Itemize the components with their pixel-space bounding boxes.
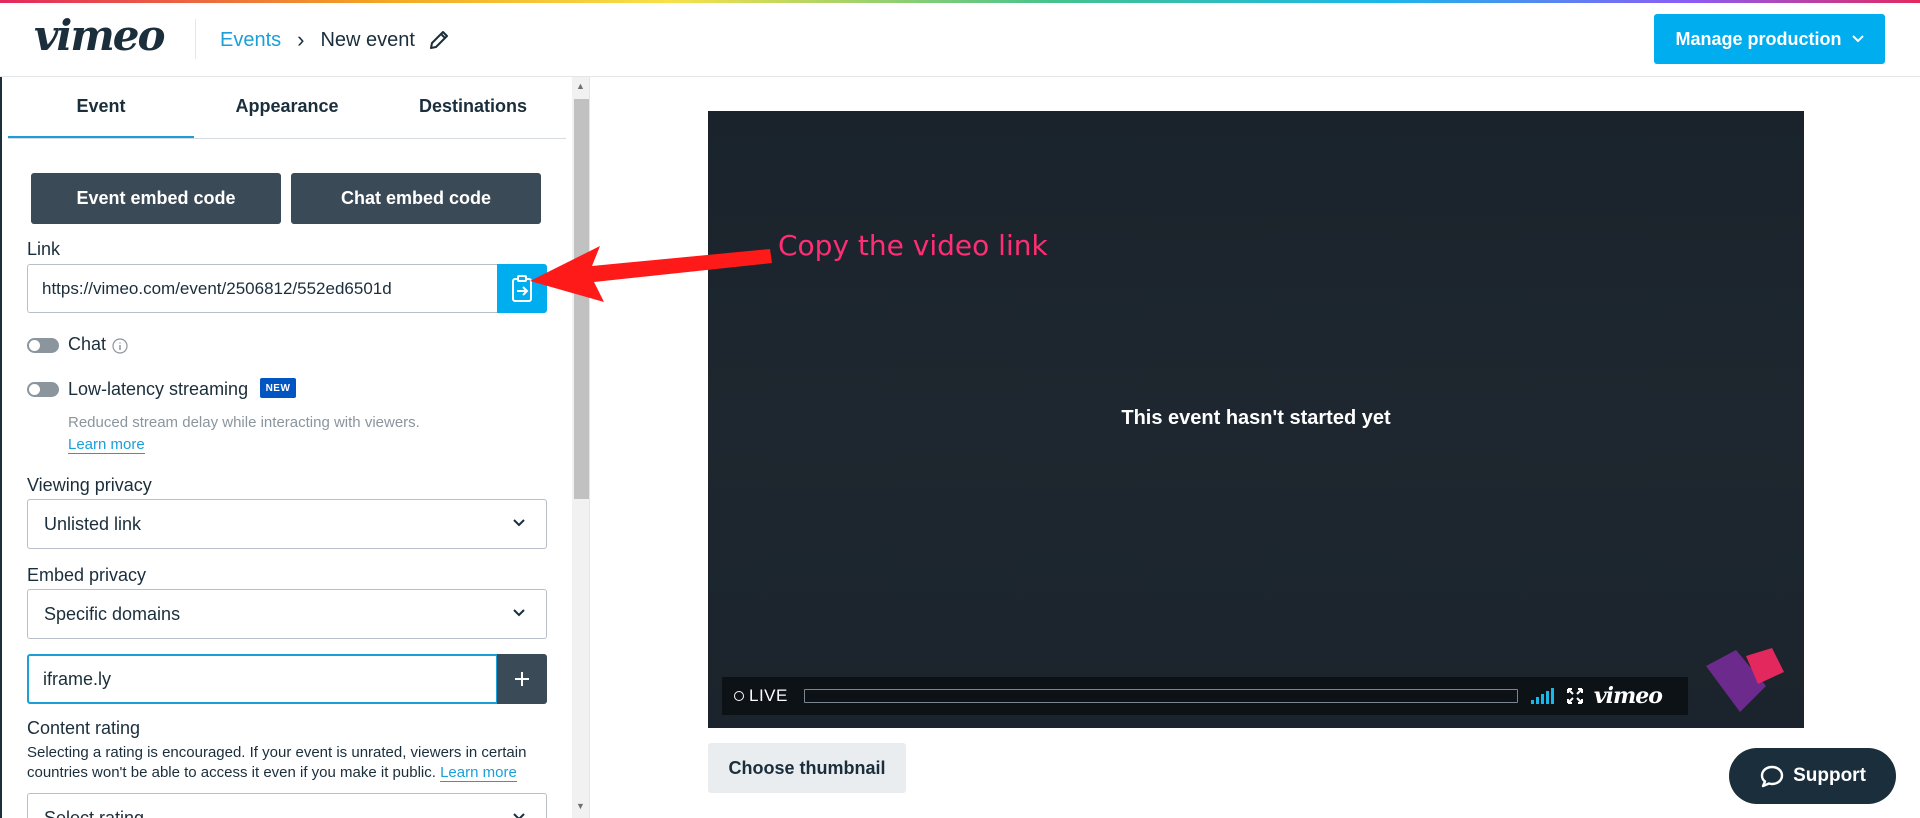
- content-rating-description: Selecting a rating is encouraged. If you…: [27, 743, 547, 783]
- manage-production-button[interactable]: Manage production: [1654, 14, 1885, 64]
- brand-ribbon-icon: [1706, 648, 1784, 712]
- pencil-icon[interactable]: [427, 28, 451, 52]
- tab-destinations[interactable]: Destinations: [380, 77, 566, 138]
- content-rating-select[interactable]: Select rating: [27, 793, 547, 818]
- event-title: New event: [320, 28, 415, 51]
- event-embed-code-button[interactable]: Event embed code: [31, 173, 281, 224]
- new-badge: NEW: [260, 378, 296, 398]
- link-label: Link: [27, 239, 61, 259]
- learn-more-link[interactable]: Learn more: [68, 436, 145, 454]
- choose-thumbnail-button[interactable]: Choose thumbnail: [708, 743, 906, 793]
- header: vimeo Events › New event Manage producti…: [0, 3, 1920, 77]
- chevron-down-icon: [1851, 35, 1864, 43]
- low-latency-label: Low-latency streaming: [68, 379, 249, 399]
- scroll-up-arrow-icon[interactable]: ▲: [576, 81, 585, 91]
- rating-learn-more-link[interactable]: Learn more: [440, 764, 517, 782]
- support-button[interactable]: Support: [1729, 748, 1896, 804]
- link-field[interactable]: https://vimeo.com/event/2506812/552ed650…: [27, 264, 498, 313]
- content-rating-label: Content rating: [27, 718, 141, 738]
- low-latency-helper: Reduced stream delay while interacting w…: [68, 414, 420, 431]
- annotation-callout: Copy the video link: [778, 229, 1048, 262]
- breadcrumb: Events › New event: [220, 27, 451, 53]
- tab-event[interactable]: Event: [8, 77, 194, 138]
- embed-privacy-value: Specific domains: [44, 603, 181, 624]
- chevron-down-icon: [513, 609, 525, 617]
- scroll-down-arrow-icon[interactable]: ▼: [576, 801, 585, 811]
- low-latency-toggle[interactable]: [27, 382, 59, 397]
- embed-privacy-label: Embed privacy: [27, 565, 147, 585]
- chat-bubble-icon: [1760, 765, 1784, 788]
- chat-label: Chat: [68, 334, 107, 354]
- breadcrumb-events-link[interactable]: Events: [220, 29, 281, 52]
- domain-input[interactable]: iframe.ly: [27, 654, 498, 704]
- info-icon[interactable]: [112, 338, 128, 354]
- add-domain-button[interactable]: [497, 654, 547, 704]
- tab-appearance[interactable]: Appearance: [194, 77, 380, 138]
- live-dot-icon: [734, 691, 744, 701]
- support-label: Support: [1793, 765, 1866, 786]
- settings-panel: Event Appearance Destinations Event embe…: [0, 77, 590, 818]
- chat-embed-code-button[interactable]: Chat embed code: [291, 173, 541, 224]
- signal-bars-icon[interactable]: [1530, 687, 1556, 705]
- manage-production-label: Manage production: [1675, 28, 1842, 49]
- embed-privacy-select[interactable]: Specific domains: [27, 589, 547, 639]
- viewing-privacy-label: Viewing privacy: [27, 475, 152, 495]
- player-status-message: This event hasn't started yet: [1121, 407, 1391, 429]
- content-rating-placeholder: Select rating: [44, 807, 145, 818]
- plus-icon: [515, 672, 529, 686]
- player-controls: LIVE vimeo: [722, 677, 1688, 715]
- player-vimeo-logo[interactable]: vimeo: [1594, 683, 1663, 709]
- viewing-privacy-select[interactable]: Unlisted link: [27, 499, 547, 549]
- breadcrumb-separator: ›: [297, 27, 305, 52]
- viewing-privacy-value: Unlisted link: [44, 513, 142, 534]
- chat-toggle[interactable]: [27, 338, 59, 353]
- chevron-down-icon: [513, 813, 525, 818]
- live-label: LIVE: [749, 686, 788, 705]
- tab-bar: Event Appearance Destinations: [8, 77, 566, 139]
- header-divider: [195, 19, 196, 59]
- annotation-arrow-icon: [530, 246, 772, 302]
- vimeo-logo[interactable]: vimeo: [34, 11, 166, 60]
- progress-bar[interactable]: [803, 689, 1518, 703]
- fullscreen-icon[interactable]: [1566, 687, 1584, 705]
- chevron-down-icon: [513, 519, 525, 527]
- video-player[interactable]: This event hasn't started yet LIVE vimeo: [708, 111, 1804, 728]
